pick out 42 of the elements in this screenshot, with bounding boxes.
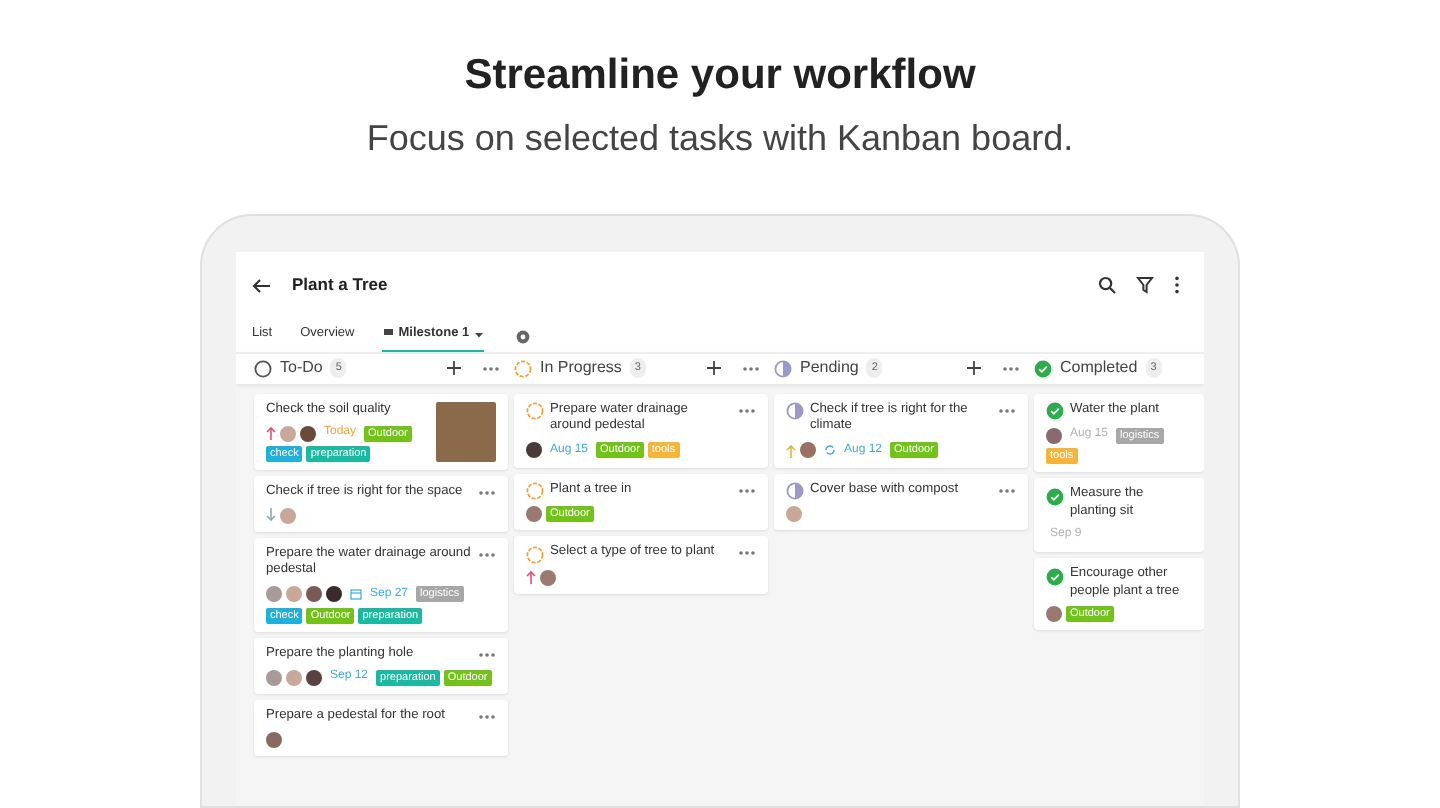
plus-icon[interactable] — [446, 360, 462, 376]
repeat-icon — [824, 444, 836, 456]
more-vertical-icon[interactable] — [1174, 276, 1180, 294]
more-icon[interactable] — [738, 550, 756, 556]
more-icon[interactable] — [738, 407, 756, 413]
empty-circle-icon — [254, 359, 272, 377]
more-icon[interactable] — [478, 490, 496, 496]
more-icon[interactable] — [998, 487, 1016, 493]
column-title: Pending — [800, 356, 859, 380]
plus-icon[interactable] — [706, 360, 722, 376]
half-circle-icon — [774, 359, 792, 377]
heading: Streamline your workflow — [464, 50, 976, 102]
filter-icon[interactable] — [1136, 276, 1154, 294]
project-title: Plant a Tree — [292, 272, 390, 298]
half-circle-icon — [786, 402, 804, 420]
column-title: In Progress — [540, 356, 622, 380]
subheading: Focus on selected tasks with Kanban board. — [366, 115, 1074, 161]
dashed-circle-icon — [514, 359, 532, 377]
half-circle-icon — [786, 482, 804, 500]
dashed-circle-icon — [526, 482, 544, 500]
caret-icon — [473, 331, 484, 337]
check-circle-icon — [1046, 567, 1064, 585]
check-circle-icon — [1046, 487, 1064, 505]
dashed-circle-icon — [526, 402, 544, 420]
calendar-icon — [350, 588, 362, 600]
plus-icon[interactable] — [966, 360, 982, 376]
more-icon[interactable] — [482, 365, 500, 371]
check-circle-icon — [1034, 359, 1052, 377]
settings-icon[interactable] — [515, 329, 530, 343]
dashed-circle-icon — [526, 545, 544, 563]
more-icon[interactable] — [742, 365, 760, 371]
more-icon[interactable] — [1002, 365, 1020, 371]
more-icon[interactable] — [478, 714, 496, 720]
back-icon[interactable] — [252, 277, 272, 293]
column-title: Completed — [1060, 356, 1138, 380]
more-icon[interactable] — [738, 487, 756, 493]
more-icon[interactable] — [478, 551, 496, 557]
search-icon[interactable] — [1098, 276, 1116, 294]
check-circle-icon — [1046, 402, 1064, 420]
more-icon[interactable] — [998, 407, 1016, 413]
more-icon[interactable] — [478, 651, 496, 657]
column-title: To-Do — [280, 356, 323, 380]
